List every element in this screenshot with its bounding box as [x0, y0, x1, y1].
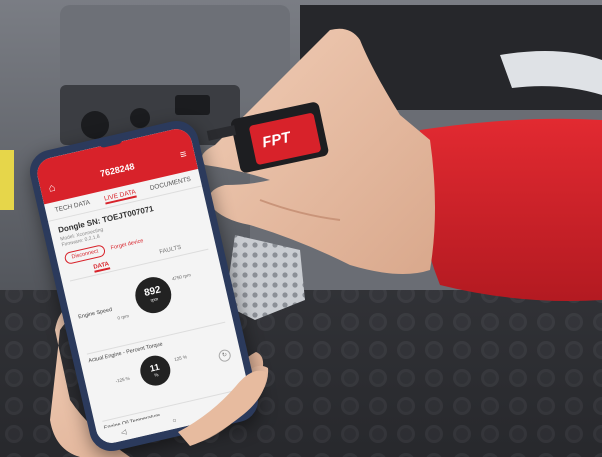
thumb-overlay	[178, 370, 267, 446]
